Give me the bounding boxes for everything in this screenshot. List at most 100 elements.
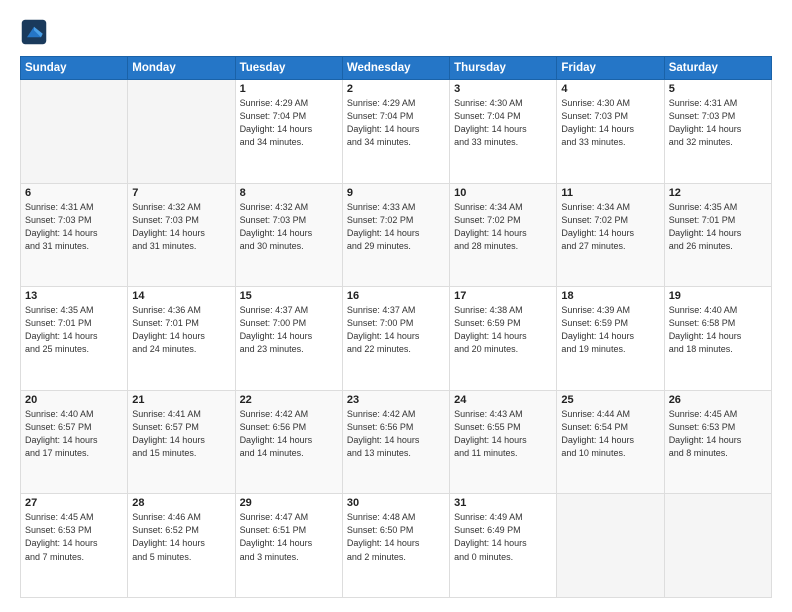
cell-line: Daylight: 14 hours [347,434,445,447]
calendar-cell: 26Sunrise: 4:45 AMSunset: 6:53 PMDayligh… [664,390,771,494]
day-number: 22 [240,394,338,406]
weekday-header: Sunday [21,57,128,80]
calendar-cell: 4Sunrise: 4:30 AMSunset: 7:03 PMDaylight… [557,80,664,184]
cell-line: Sunrise: 4:34 AM [454,201,552,214]
cell-line: Sunset: 6:59 PM [454,317,552,330]
weekday-header: Wednesday [342,57,449,80]
cell-line: Sunset: 7:03 PM [132,214,230,227]
calendar-cell: 20Sunrise: 4:40 AMSunset: 6:57 PMDayligh… [21,390,128,494]
calendar: SundayMondayTuesdayWednesdayThursdayFrid… [20,56,772,598]
calendar-cell: 21Sunrise: 4:41 AMSunset: 6:57 PMDayligh… [128,390,235,494]
cell-line: Sunrise: 4:29 AM [240,97,338,110]
cell-line: Sunrise: 4:40 AM [669,304,767,317]
cell-line: Sunrise: 4:41 AM [132,408,230,421]
cell-line: Daylight: 14 hours [454,537,552,550]
cell-line: Sunrise: 4:30 AM [454,97,552,110]
cell-line: and 7 minutes. [25,551,123,564]
day-number: 8 [240,187,338,199]
day-number: 16 [347,290,445,302]
cell-line: and 27 minutes. [561,240,659,253]
cell-line: Sunrise: 4:49 AM [454,511,552,524]
cell-line: and 32 minutes. [669,136,767,149]
weekday-header: Friday [557,57,664,80]
day-number: 26 [669,394,767,406]
calendar-row: 20Sunrise: 4:40 AMSunset: 6:57 PMDayligh… [21,390,772,494]
cell-line: Sunset: 6:53 PM [669,421,767,434]
page: SundayMondayTuesdayWednesdayThursdayFrid… [0,0,792,612]
cell-line: Sunrise: 4:34 AM [561,201,659,214]
cell-line: Daylight: 14 hours [240,123,338,136]
calendar-cell [664,494,771,598]
cell-line: and 11 minutes. [454,447,552,460]
cell-line: Sunset: 7:01 PM [669,214,767,227]
cell-line: Sunset: 6:49 PM [454,524,552,537]
cell-line: Sunset: 7:04 PM [240,110,338,123]
calendar-cell: 18Sunrise: 4:39 AMSunset: 6:59 PMDayligh… [557,287,664,391]
cell-line: Daylight: 14 hours [132,227,230,240]
cell-line: Sunrise: 4:32 AM [132,201,230,214]
calendar-cell: 28Sunrise: 4:46 AMSunset: 6:52 PMDayligh… [128,494,235,598]
cell-line: and 24 minutes. [132,343,230,356]
cell-line: Sunrise: 4:38 AM [454,304,552,317]
cell-line: Sunset: 7:03 PM [25,214,123,227]
calendar-cell: 7 Sunrise: 4:32 AMSunset: 7:03 PMDaylight… [128,183,235,287]
day-number: 7 [132,187,230,199]
day-number: 10 [454,187,552,199]
cell-line: and 29 minutes. [347,240,445,253]
calendar-cell: 9Sunrise: 4:33 AMSunset: 7:02 PMDaylight… [342,183,449,287]
cell-line: Daylight: 14 hours [561,434,659,447]
calendar-cell: 5Sunrise: 4:31 AMSunset: 7:03 PMDaylight… [664,80,771,184]
cell-line: Daylight: 14 hours [561,227,659,240]
cell-line: and 31 minutes. [132,240,230,253]
cell-line: Daylight: 14 hours [347,227,445,240]
calendar-cell [557,494,664,598]
cell-line: Daylight: 14 hours [25,227,123,240]
cell-line: Sunrise: 4:44 AM [561,408,659,421]
cell-line: Sunrise: 4:31 AM [669,97,767,110]
cell-line: Sunset: 6:57 PM [25,421,123,434]
cell-line: Daylight: 14 hours [454,434,552,447]
cell-line: and 10 minutes. [561,447,659,460]
cell-line: Sunset: 6:55 PM [454,421,552,434]
cell-line: Sunset: 7:03 PM [561,110,659,123]
cell-line: Sunrise: 4:37 AM [240,304,338,317]
cell-line: Daylight: 14 hours [132,537,230,550]
cell-line: Daylight: 14 hours [240,434,338,447]
cell-line: Daylight: 14 hours [240,330,338,343]
cell-line: Daylight: 14 hours [347,537,445,550]
cell-line: Sunset: 7:01 PM [132,317,230,330]
day-number: 15 [240,290,338,302]
cell-line: Daylight: 14 hours [25,537,123,550]
calendar-cell: 27Sunrise: 4:45 AMSunset: 6:53 PMDayligh… [21,494,128,598]
cell-line: Sunrise: 4:45 AM [669,408,767,421]
cell-line: Daylight: 14 hours [454,123,552,136]
cell-line: Sunrise: 4:42 AM [347,408,445,421]
cell-line: and 13 minutes. [347,447,445,460]
cell-line: Sunset: 7:03 PM [240,214,338,227]
cell-line: Sunset: 7:00 PM [347,317,445,330]
day-number: 11 [561,187,659,199]
cell-line: Sunset: 7:04 PM [454,110,552,123]
calendar-header-row: SundayMondayTuesdayWednesdayThursdayFrid… [21,57,772,80]
calendar-cell: 17Sunrise: 4:38 AMSunset: 6:59 PMDayligh… [450,287,557,391]
cell-line: Sunrise: 4:40 AM [25,408,123,421]
cell-line: Sunset: 6:51 PM [240,524,338,537]
cell-line: Sunrise: 4:39 AM [561,304,659,317]
cell-line: Daylight: 14 hours [132,330,230,343]
cell-line: and 34 minutes. [347,136,445,149]
day-number: 30 [347,497,445,509]
cell-line: Sunset: 6:54 PM [561,421,659,434]
cell-line: Daylight: 14 hours [669,123,767,136]
cell-line: Daylight: 14 hours [132,434,230,447]
cell-line: Sunrise: 4:42 AM [240,408,338,421]
day-number: 13 [25,290,123,302]
day-number: 27 [25,497,123,509]
calendar-cell: 23Sunrise: 4:42 AMSunset: 6:56 PMDayligh… [342,390,449,494]
day-number: 4 [561,83,659,95]
day-number: 3 [454,83,552,95]
cell-line: Sunset: 7:01 PM [25,317,123,330]
day-number: 18 [561,290,659,302]
cell-line: and 28 minutes. [454,240,552,253]
calendar-cell: 22Sunrise: 4:42 AMSunset: 6:56 PMDayligh… [235,390,342,494]
day-number: 29 [240,497,338,509]
